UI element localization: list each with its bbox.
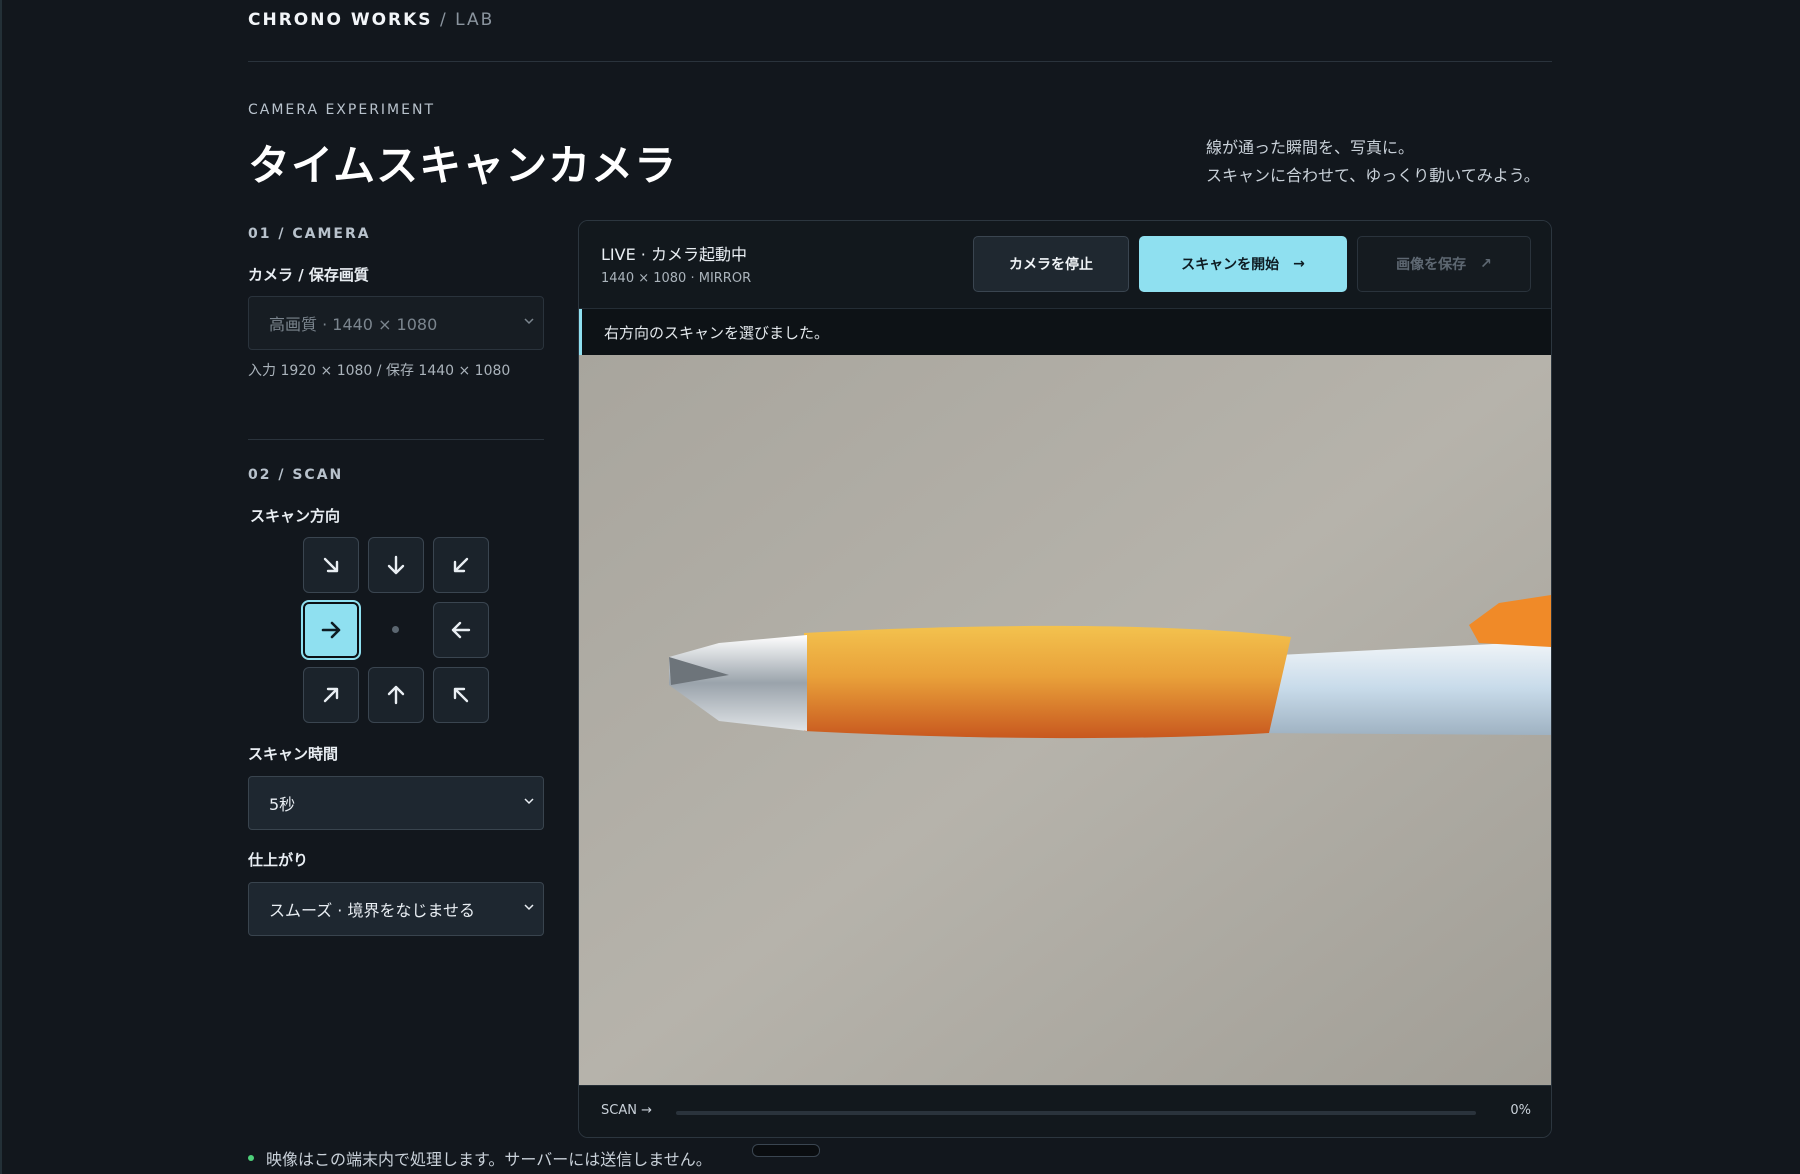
direction-up-left-button[interactable] <box>433 667 489 723</box>
window-edge <box>0 0 2 1174</box>
direction-down-button[interactable] <box>368 537 424 593</box>
direction-down-left-button[interactable] <box>433 537 489 593</box>
scan-direction-grid <box>303 537 489 723</box>
finish-select[interactable]: スムーズ · 境界をなじませる <box>248 882 544 936</box>
camera-video-feed <box>579 355 1551 1085</box>
tagline-line-2: スキャンに合わせて、ゆっくり動いてみよう。 <box>1206 166 1540 185</box>
pen-barrel <box>1259 641 1551 735</box>
arrow-down-icon <box>387 555 405 575</box>
arrow-up-right-icon: ↗ <box>1480 256 1492 272</box>
chevron-down-icon <box>524 798 534 805</box>
direction-right-button[interactable] <box>303 602 359 658</box>
scan-duration-select[interactable]: 5秒 <box>248 776 544 830</box>
scan-notice-text: 右方向のスキャンを選びました。 <box>604 324 830 342</box>
camera-quality-label: カメラ / 保存画質 <box>248 266 369 284</box>
preview-toolbar: LIVE · カメラ起動中 1440 × 1080 · MIRROR カメラを停… <box>579 221 1551 309</box>
header-divider <box>248 61 1552 62</box>
scan-direction-indicator: SCAN → <box>601 1103 652 1118</box>
brand-separator: / <box>432 10 456 30</box>
chevron-down-icon <box>524 904 534 911</box>
arrow-left-icon <box>451 621 471 639</box>
direction-up-button[interactable] <box>368 667 424 723</box>
brand-section: LAB <box>455 10 495 30</box>
direction-center-dot <box>392 626 399 633</box>
hero-eyebrow: CAMERA EXPERIMENT <box>248 102 435 118</box>
arrow-up-right-icon <box>323 687 339 703</box>
scan-duration-value: 5秒 <box>269 795 296 814</box>
finish-label: 仕上がり <box>248 851 309 869</box>
save-image-button[interactable]: 画像を保存 ↗ <box>1357 236 1531 292</box>
direction-left-button[interactable] <box>433 602 489 658</box>
arrow-down-left-icon <box>453 557 469 573</box>
brand-name[interactable]: CHRONO WORKS <box>248 10 433 30</box>
save-image-label: 画像を保存 <box>1396 257 1467 273</box>
direction-up-right-button[interactable] <box>303 667 359 723</box>
camera-quality-select[interactable]: 高画質 · 1440 × 1080 <box>248 296 544 350</box>
tagline-line-1: 線が通った瞬間を、写真に。 <box>1206 138 1415 157</box>
hero-tagline: 線が通った瞬間を、写真に。 スキャンに合わせて、ゆっくり動いてみよう。 <box>1206 134 1540 190</box>
site-header: CHRONO WORKS / LAB <box>248 10 494 30</box>
live-status: LIVE · カメラ起動中 <box>601 245 747 264</box>
stop-camera-label: カメラを停止 <box>1009 257 1093 273</box>
scan-progress-track <box>676 1111 1476 1115</box>
scan-section-label: 02 / SCAN <box>248 467 344 483</box>
start-scan-button[interactable]: スキャンを開始 → <box>1139 236 1347 292</box>
camera-section-label: 01 / CAMERA <box>248 226 371 242</box>
camera-quality-value: 高画質 · 1440 × 1080 <box>269 315 438 334</box>
arrow-up-icon <box>387 685 405 705</box>
arrow-right-icon: → <box>1293 256 1305 272</box>
finish-value: スムーズ · 境界をなじませる <box>269 901 475 920</box>
arrow-right-icon <box>321 621 341 639</box>
pen-grip <box>804 625 1291 739</box>
page: CHRONO WORKS / LAB CAMERA EXPERIMENT タイム… <box>0 0 1800 1174</box>
arrow-down-right-icon <box>323 557 339 573</box>
page-title: タイムスキャンカメラ <box>248 141 678 190</box>
privacy-note: 映像はこの端末内で処理します。サーバーには送信しません。 <box>248 1146 712 1170</box>
camera-preview-panel: LIVE · カメラ起動中 1440 × 1080 · MIRROR カメラを停… <box>578 220 1552 1138</box>
camera-resolution-hint: 入力 1920 × 1080 / 保存 1440 × 1080 <box>248 363 511 379</box>
section-divider <box>248 439 544 440</box>
direction-down-right-button[interactable] <box>303 537 359 593</box>
scan-direction-label: スキャン方向 <box>250 507 341 525</box>
scan-progress-value: 0% <box>1510 1103 1531 1118</box>
status-dot <box>248 1155 254 1161</box>
start-scan-label: スキャンを開始 <box>1181 257 1280 273</box>
arrow-up-left-icon <box>453 687 469 703</box>
live-meta: 1440 × 1080 · MIRROR <box>601 271 752 286</box>
privacy-note-text: 映像はこの端末内で処理します。サーバーには送信しません。 <box>266 1150 712 1169</box>
chevron-down-icon <box>524 318 534 325</box>
scan-duration-label: スキャン時間 <box>248 745 339 763</box>
scroll-indicator[interactable] <box>752 1144 820 1157</box>
scan-notice: 右方向のスキャンを選びました。 <box>579 309 1551 355</box>
scan-progress-bar: SCAN → 0% <box>579 1085 1551 1137</box>
stop-camera-button[interactable]: カメラを停止 <box>973 236 1129 292</box>
